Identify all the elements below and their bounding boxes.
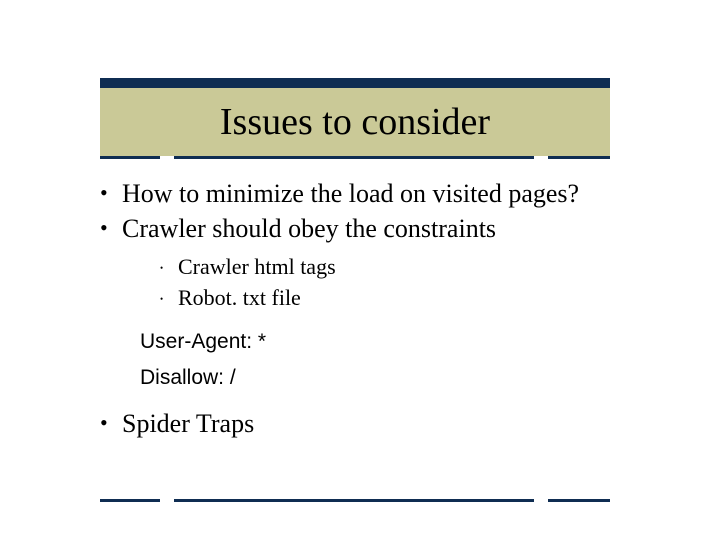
content-area: • How to minimize the load on visited pa… bbox=[100, 178, 640, 442]
footer-line-gap-left bbox=[160, 499, 174, 502]
slide: Issues to consider • How to minimize the… bbox=[0, 0, 720, 540]
bullet-small-dot-icon: • bbox=[160, 284, 178, 312]
title-top-bar bbox=[100, 78, 610, 88]
bullet-dot-icon: • bbox=[100, 178, 122, 208]
bullet-dot-icon: • bbox=[100, 408, 122, 438]
bullet-level1: • Crawler should obey the constraints bbox=[100, 213, 640, 246]
bullet-small-dot-icon: • bbox=[160, 253, 178, 281]
bullet-dot-icon: • bbox=[100, 213, 122, 243]
bullet-level2: • Robot. txt file bbox=[160, 284, 640, 313]
code-line: User-Agent: * bbox=[140, 324, 640, 360]
slide-title: Issues to consider bbox=[220, 100, 490, 144]
bullet-level1: • Spider Traps bbox=[100, 408, 640, 441]
sub-bullet-group: • Crawler html tags • Robot. txt file bbox=[160, 253, 640, 312]
title-underline-gap-left bbox=[160, 156, 174, 159]
title-underline-gap-right bbox=[534, 156, 548, 159]
bullet-level1: • How to minimize the load on visited pa… bbox=[100, 178, 640, 211]
bullet-text: Crawler should obey the constraints bbox=[122, 213, 640, 246]
bullet-level2: • Crawler html tags bbox=[160, 253, 640, 282]
bullet-text: How to minimize the load on visited page… bbox=[122, 178, 640, 211]
footer-line-gap-right bbox=[534, 499, 548, 502]
code-line: Disallow: / bbox=[140, 360, 640, 396]
title-band: Issues to consider bbox=[100, 88, 610, 156]
bullet-text: Crawler html tags bbox=[178, 253, 640, 282]
code-block: User-Agent: * Disallow: / bbox=[140, 324, 640, 395]
bullet-text: Robot. txt file bbox=[178, 284, 640, 313]
bullet-text: Spider Traps bbox=[122, 408, 640, 441]
